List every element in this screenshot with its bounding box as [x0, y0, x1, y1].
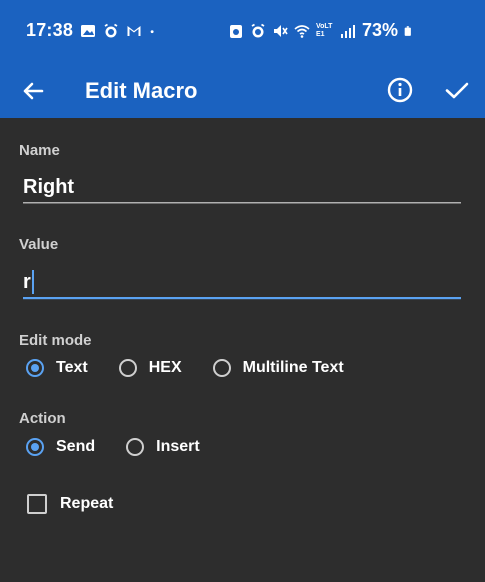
- radio-selected-icon: [26, 359, 44, 377]
- radio-selected-icon: [26, 438, 44, 456]
- status-time: 17:38: [26, 20, 74, 40]
- image-icon: [81, 24, 96, 37]
- wifi-icon: [294, 24, 310, 38]
- value-field[interactable]: r: [23, 270, 34, 294]
- value-label: Value: [19, 236, 59, 253]
- action-radio-group: Send Insert: [26, 438, 200, 456]
- radio-insert-label: Insert: [156, 438, 200, 455]
- value-text: r: [23, 270, 31, 293]
- repeat-checkbox[interactable]: Repeat: [27, 494, 113, 514]
- back-arrow-icon[interactable]: [18, 76, 48, 106]
- info-icon[interactable]: [385, 75, 415, 105]
- volte-icon: VoLTE1: [315, 22, 333, 38]
- page-title: Edit Macro: [85, 78, 198, 103]
- alarm-icon: [104, 23, 118, 37]
- radio-send-label: Send: [56, 438, 96, 455]
- text-cursor: [31, 270, 34, 294]
- mute-icon: [273, 24, 288, 37]
- edit-mode-radio-group: Text HEX Multiline Text: [26, 359, 344, 377]
- name-label: Name: [19, 142, 60, 159]
- radio-send[interactable]: Send: [26, 438, 95, 456]
- name-field[interactable]: [23, 176, 461, 199]
- radio-unselected-icon: [212, 359, 231, 377]
- action-label: Action: [19, 410, 66, 427]
- alarm-icon: [229, 24, 242, 38]
- app-bar: Edit Macro: [0, 64, 485, 118]
- radio-text[interactable]: Text: [26, 359, 88, 377]
- battery-percent: 73%: [361, 20, 398, 40]
- name-underline: [23, 202, 461, 204]
- radio-multiline-text[interactable]: Multiline Text: [212, 359, 344, 377]
- status-left: 17:38: [26, 20, 159, 41]
- save-check-icon[interactable]: [442, 75, 472, 105]
- edit-mode-label: Edit mode: [19, 332, 92, 349]
- gmail-icon: [127, 25, 141, 36]
- battery-icon: [404, 25, 411, 36]
- radio-insert[interactable]: Insert: [126, 438, 200, 456]
- dot-icon: [150, 29, 154, 33]
- alarm-icon: [251, 23, 265, 37]
- value-underline-focused: [23, 297, 461, 300]
- status-right: VoLTE1 73%: [228, 20, 415, 41]
- radio-hex-label: HEX: [148, 359, 182, 376]
- radio-unselected-icon: [118, 359, 137, 377]
- checkbox-unchecked-icon: [27, 494, 47, 514]
- signal-icon: [340, 24, 355, 38]
- radio-unselected-icon: [126, 438, 145, 456]
- radio-multiline-label: Multiline Text: [242, 359, 344, 376]
- repeat-label: Repeat: [60, 495, 114, 512]
- radio-hex[interactable]: HEX: [118, 359, 182, 377]
- status-bar: 17:38 VoLTE1 73%: [0, 0, 485, 64]
- radio-text-label: Text: [56, 359, 88, 376]
